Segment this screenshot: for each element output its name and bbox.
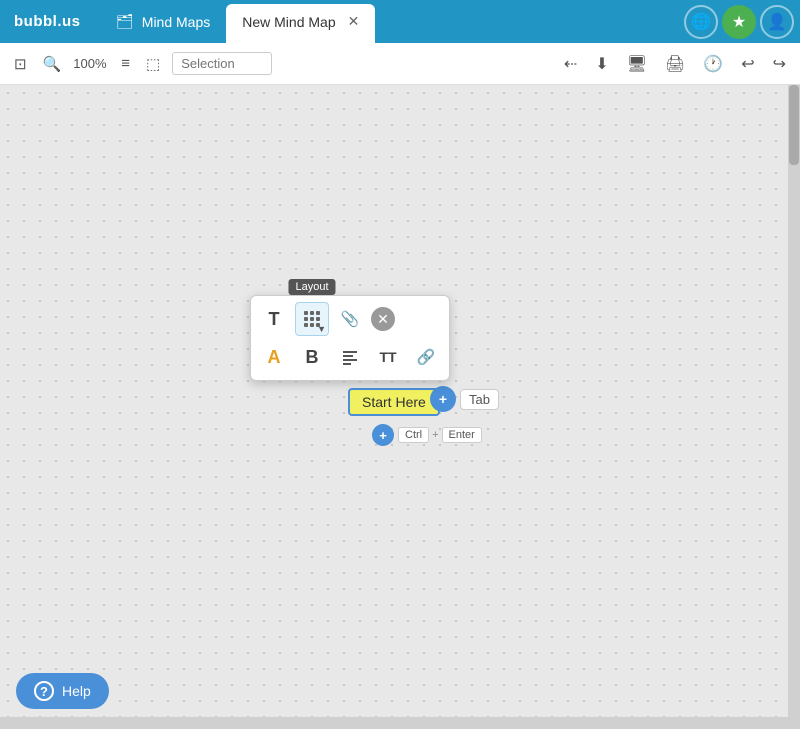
redo-button[interactable]: ↪ [769,52,790,76]
history-button[interactable]: 🕐 [699,52,727,76]
horizontal-scrollbar[interactable] [0,717,788,729]
zoom-icon: 🔍 [39,51,66,77]
floating-toolbar: T ▼ Layout 📎 ✕ [250,295,450,381]
tab-key-label: Tab [460,389,499,410]
enter-key: Enter [442,427,482,443]
help-button[interactable]: ? Help [16,673,109,709]
tab-bar-right: 🌐 ★ 👤 [684,0,800,43]
font-color-button[interactable]: A [257,340,291,374]
selection-icon: ⬚ [142,51,164,77]
text-size-button[interactable]: TT [371,340,405,374]
print-button[interactable]: 🖨 [661,52,689,76]
align-icon [342,349,358,365]
help-icon: ? [34,681,54,701]
tab-new-mind-map-label: New Mind Map [242,14,335,30]
download-button[interactable]: ⬇ [591,52,612,76]
child-key-combo: Ctrl + Enter [398,427,482,443]
screen-button[interactable]: 🖥 [623,52,651,76]
help-label: Help [62,683,91,699]
tab-new-mind-map[interactable]: New Mind Map ✕ [226,4,375,43]
floating-toolbar-row-2: A B TT 🔗 [257,340,443,374]
layout-tooltip: Layout [288,279,335,295]
layout-button[interactable]: ▼ Layout [295,302,329,336]
layout-chevron-icon: ▼ [317,324,326,334]
canvas-area[interactable]: T ▼ Layout 📎 ✕ [0,85,800,729]
fit-screen-button[interactable]: ⊡ [10,51,31,77]
globe-button[interactable]: 🌐 [684,5,718,39]
tab-bar: bubbl.us 🗂 Mind Maps New Mind Map ✕ 🌐 ★ … [0,0,800,43]
user-button[interactable]: 👤 [760,5,794,39]
tab-mind-maps[interactable]: 🗂 Mind Maps [100,0,226,43]
bold-button[interactable]: B [295,340,329,374]
floating-toolbar-row-1: T ▼ Layout 📎 ✕ [257,302,443,336]
close-button[interactable]: ✕ [371,307,395,331]
tab-close-icon[interactable]: ✕ [348,13,360,30]
add-child-button[interactable]: + [372,424,394,446]
child-action: + Ctrl + Enter [372,424,482,446]
text-button[interactable]: T [257,302,291,336]
align-button[interactable] [333,340,367,374]
node-actions: + Tab [430,386,499,412]
start-node[interactable]: Start Here [348,388,440,416]
ctrl-key: Ctrl [398,427,429,443]
vertical-scrollbar-thumb[interactable] [789,85,799,165]
menu-button[interactable]: ≡ [117,51,134,76]
tab-mind-maps-label: Mind Maps [142,14,210,30]
link-button[interactable]: 🔗 [409,340,443,374]
main-toolbar: ⊡ 🔍 100% ≡ ⬚ ⇠ ⬇ 🖥 🖨 🕐 ↩ ↪ [0,43,800,85]
selection-input[interactable] [172,52,272,75]
vertical-scrollbar[interactable] [788,85,800,729]
add-sibling-button[interactable]: + [430,386,456,412]
toolbar-right: ⇠ ⬇ 🖥 🖨 🕐 ↩ ↪ [560,52,790,76]
plus-separator: + [432,429,438,441]
undo-button[interactable]: ↩ [737,52,758,76]
star-button[interactable]: ★ [722,5,756,39]
attach-button[interactable]: 📎 [333,302,367,336]
zoom-level: 100% [73,56,109,71]
share-button[interactable]: ⇠ [560,52,581,76]
tab-mind-maps-icon: 🗂 [116,13,134,30]
logo: bubbl.us [0,0,100,43]
